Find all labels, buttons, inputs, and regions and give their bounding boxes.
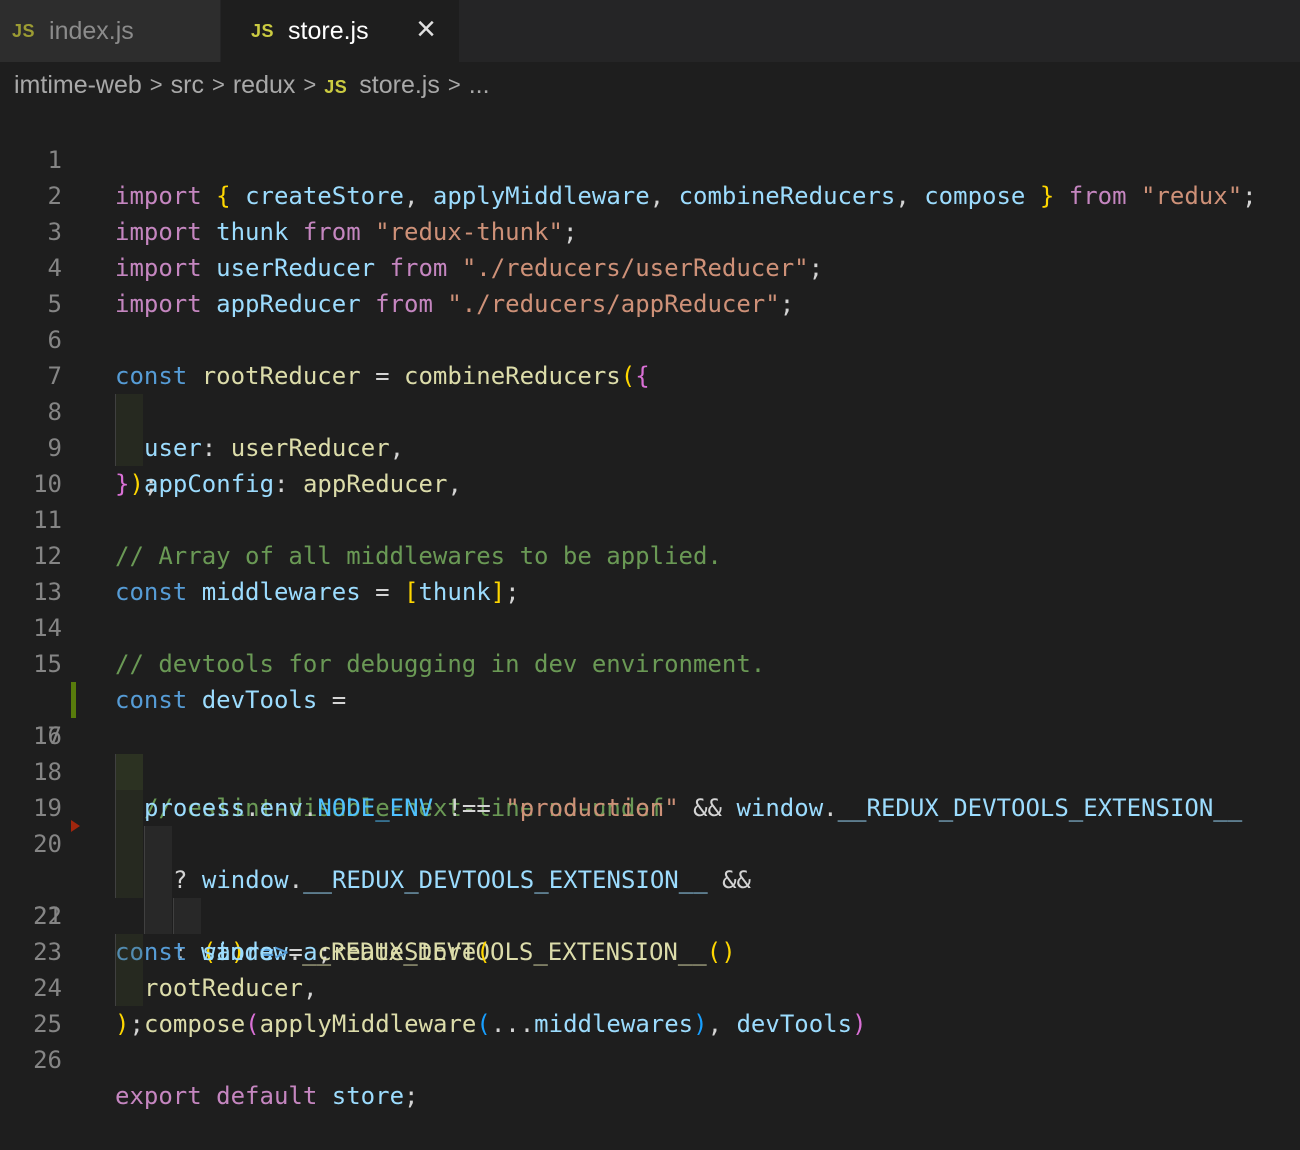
tab-index-js[interactable]: JS index.js	[0, 0, 220, 62]
breadcrumb: imtime-web > src > redux > JS store.js > …	[0, 62, 1300, 108]
code-line: 19 window.__REDUX_DEVTOOLS_EXTENSION__()	[0, 754, 1300, 966]
chevron-right-icon: >	[149, 72, 163, 97]
code-editor[interactable]: 1 import { createStore, applyMiddleware,…	[0, 106, 1300, 1110]
code-line: 16 // eslint-disable-next-line no-undef	[0, 646, 1300, 822]
breadcrumb-ellipsis[interactable]: ...	[469, 71, 490, 100]
breadcrumb-file-label: store.js	[359, 70, 440, 99]
code-line: 8 appConfig: appReducer,	[0, 358, 1300, 498]
close-icon[interactable]: ×	[411, 12, 441, 46]
code-line: 23 compose(applyMiddleware(...middleware…	[0, 898, 1300, 1038]
js-file-icon: JS	[251, 20, 275, 41]
code-line: 4 import appReducer from "./reducers/app…	[0, 214, 1300, 318]
breadcrumb-item-redux[interactable]: redux	[233, 71, 296, 100]
code-line: 15 const devTools =	[0, 610, 1300, 714]
chevron-right-icon: >	[447, 72, 461, 97]
code-line: 24 );	[0, 934, 1300, 1038]
code-line: 20 : (a) => a;	[0, 790, 1300, 966]
code-line: 22 rootReducer,	[0, 862, 1300, 1002]
line-number: 26	[33, 1046, 62, 1074]
breadcrumb-item-imtime-web[interactable]: imtime-web	[14, 71, 142, 100]
tab-bar: JS index.js JS store.js ×	[0, 0, 1300, 62]
code-line: 14 // devtools for debugging in dev envi…	[0, 574, 1300, 678]
code-line: 12 const middlewares = [thunk];	[0, 502, 1300, 606]
tab-label: index.js	[49, 16, 134, 45]
breadcrumb-item-src[interactable]: src	[171, 71, 204, 100]
breadcrumb-item-file[interactable]: JS store.js	[324, 71, 440, 100]
gutter-deleted-indicator[interactable]	[71, 820, 80, 832]
code-text: export default store;	[115, 1082, 419, 1110]
chevron-right-icon: >	[211, 72, 225, 97]
code-line: 6 const rootReducer = combineReducers({	[0, 286, 1300, 390]
code-line: 1 import { createStore, applyMiddleware,…	[0, 106, 1300, 210]
code-line: 9 });	[0, 394, 1300, 498]
chevron-right-icon: >	[303, 72, 317, 97]
code-line: 5	[0, 250, 1300, 318]
code-line: 7 user: userReducer,	[0, 322, 1300, 462]
code-line: 26 export default store;	[0, 1006, 1300, 1110]
code-line: 17 process.env.NODE_ENV !== "production"…	[0, 682, 1300, 822]
code-line: 2 import thunk from "redux-thunk";	[0, 142, 1300, 246]
tab-store-js[interactable]: JS store.js ×	[221, 0, 459, 62]
js-file-icon: JS	[12, 20, 36, 41]
code-line: 18 ? window.__REDUX_DEVTOOLS_EXTENSION__…	[0, 718, 1300, 894]
code-line: 25	[0, 970, 1300, 1038]
code-line: 11 // Array of all middlewares to be app…	[0, 466, 1300, 570]
code-line: 10	[0, 430, 1300, 498]
code-line: 21 const store = createStore(	[0, 820, 1300, 966]
js-file-icon: JS	[324, 76, 348, 97]
tab-label: store.js	[288, 16, 369, 45]
code-line: 3 import userReducer from "./reducers/us…	[0, 178, 1300, 282]
code-line: 13	[0, 538, 1300, 606]
